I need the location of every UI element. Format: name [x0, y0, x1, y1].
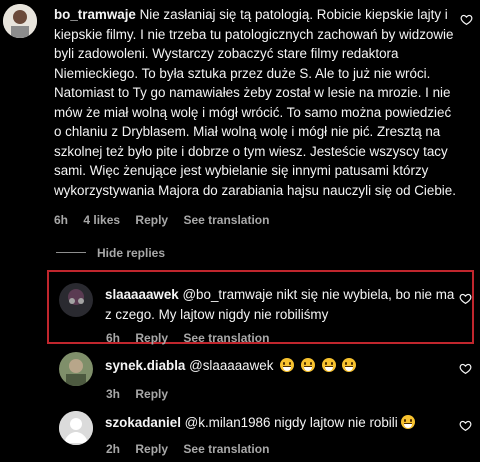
reply-button[interactable]: Reply	[135, 387, 168, 401]
grinning-face-emoji	[342, 358, 357, 372]
avatar-photo	[3, 4, 37, 38]
see-translation-button[interactable]: See translation	[183, 442, 269, 456]
comment-reply: slaaaaawek @bo_tramwaje nikt się nie wyb…	[105, 285, 455, 324]
comment-time: 2h	[106, 442, 121, 456]
comment-reply: szokadaniel @k.milan1986 nigdy lajtow ni…	[105, 413, 455, 433]
comment-time: 3h	[106, 387, 121, 401]
comment-likes[interactable]: 4 likes	[83, 213, 120, 227]
comment-username[interactable]: szokadaniel	[105, 415, 181, 430]
comment-meta: 6h 4 likes Reply See translation	[54, 211, 281, 231]
comment-text: Nie zasłaniaj się tą patologią. Robicie …	[54, 7, 456, 198]
comment-main: bo_tramwaje Nie zasłaniaj się tą patolog…	[54, 5, 456, 200]
grinning-face-emoji	[280, 358, 295, 372]
default-avatar-icon	[59, 411, 93, 445]
hide-replies-button[interactable]: Hide replies	[97, 244, 165, 264]
heart-icon[interactable]	[459, 419, 472, 432]
comment-meta: 6h Reply See translation	[106, 329, 281, 349]
comment-time: 6h	[54, 213, 69, 227]
grinning-face-emoji	[321, 358, 336, 372]
see-translation-button[interactable]: See translation	[183, 331, 269, 345]
comment-text: @slaaaaawek	[189, 358, 274, 373]
avatar[interactable]	[59, 352, 93, 386]
grinning-face-emoji	[400, 415, 415, 429]
reply-button[interactable]: Reply	[135, 213, 168, 227]
comment-text: @k.milan1986 nigdy lajtow nie robili	[184, 415, 398, 430]
comment-username[interactable]: synek.diabla	[105, 358, 185, 373]
reply-button[interactable]: Reply	[135, 442, 168, 456]
comment-time: 6h	[106, 331, 121, 345]
grinning-face-emoji	[300, 358, 315, 372]
avatar[interactable]	[59, 283, 93, 317]
heart-icon[interactable]	[459, 362, 472, 375]
divider-line	[56, 252, 86, 253]
comment-username[interactable]: slaaaaawek	[105, 287, 179, 302]
avatar-photo	[59, 283, 93, 317]
heart-icon[interactable]	[459, 292, 472, 305]
comment-username[interactable]: bo_tramwaje	[54, 7, 136, 22]
avatar[interactable]	[3, 4, 37, 38]
comment-meta: 2h Reply See translation	[106, 440, 281, 460]
comment-meta: 3h Reply	[106, 385, 180, 405]
avatar[interactable]	[59, 411, 93, 445]
avatar-photo	[59, 352, 93, 386]
reply-button[interactable]: Reply	[135, 331, 168, 345]
comment-reply: synek.diabla @slaaaaawek	[105, 356, 455, 376]
see-translation-button[interactable]: See translation	[183, 213, 269, 227]
heart-icon[interactable]	[460, 13, 473, 26]
